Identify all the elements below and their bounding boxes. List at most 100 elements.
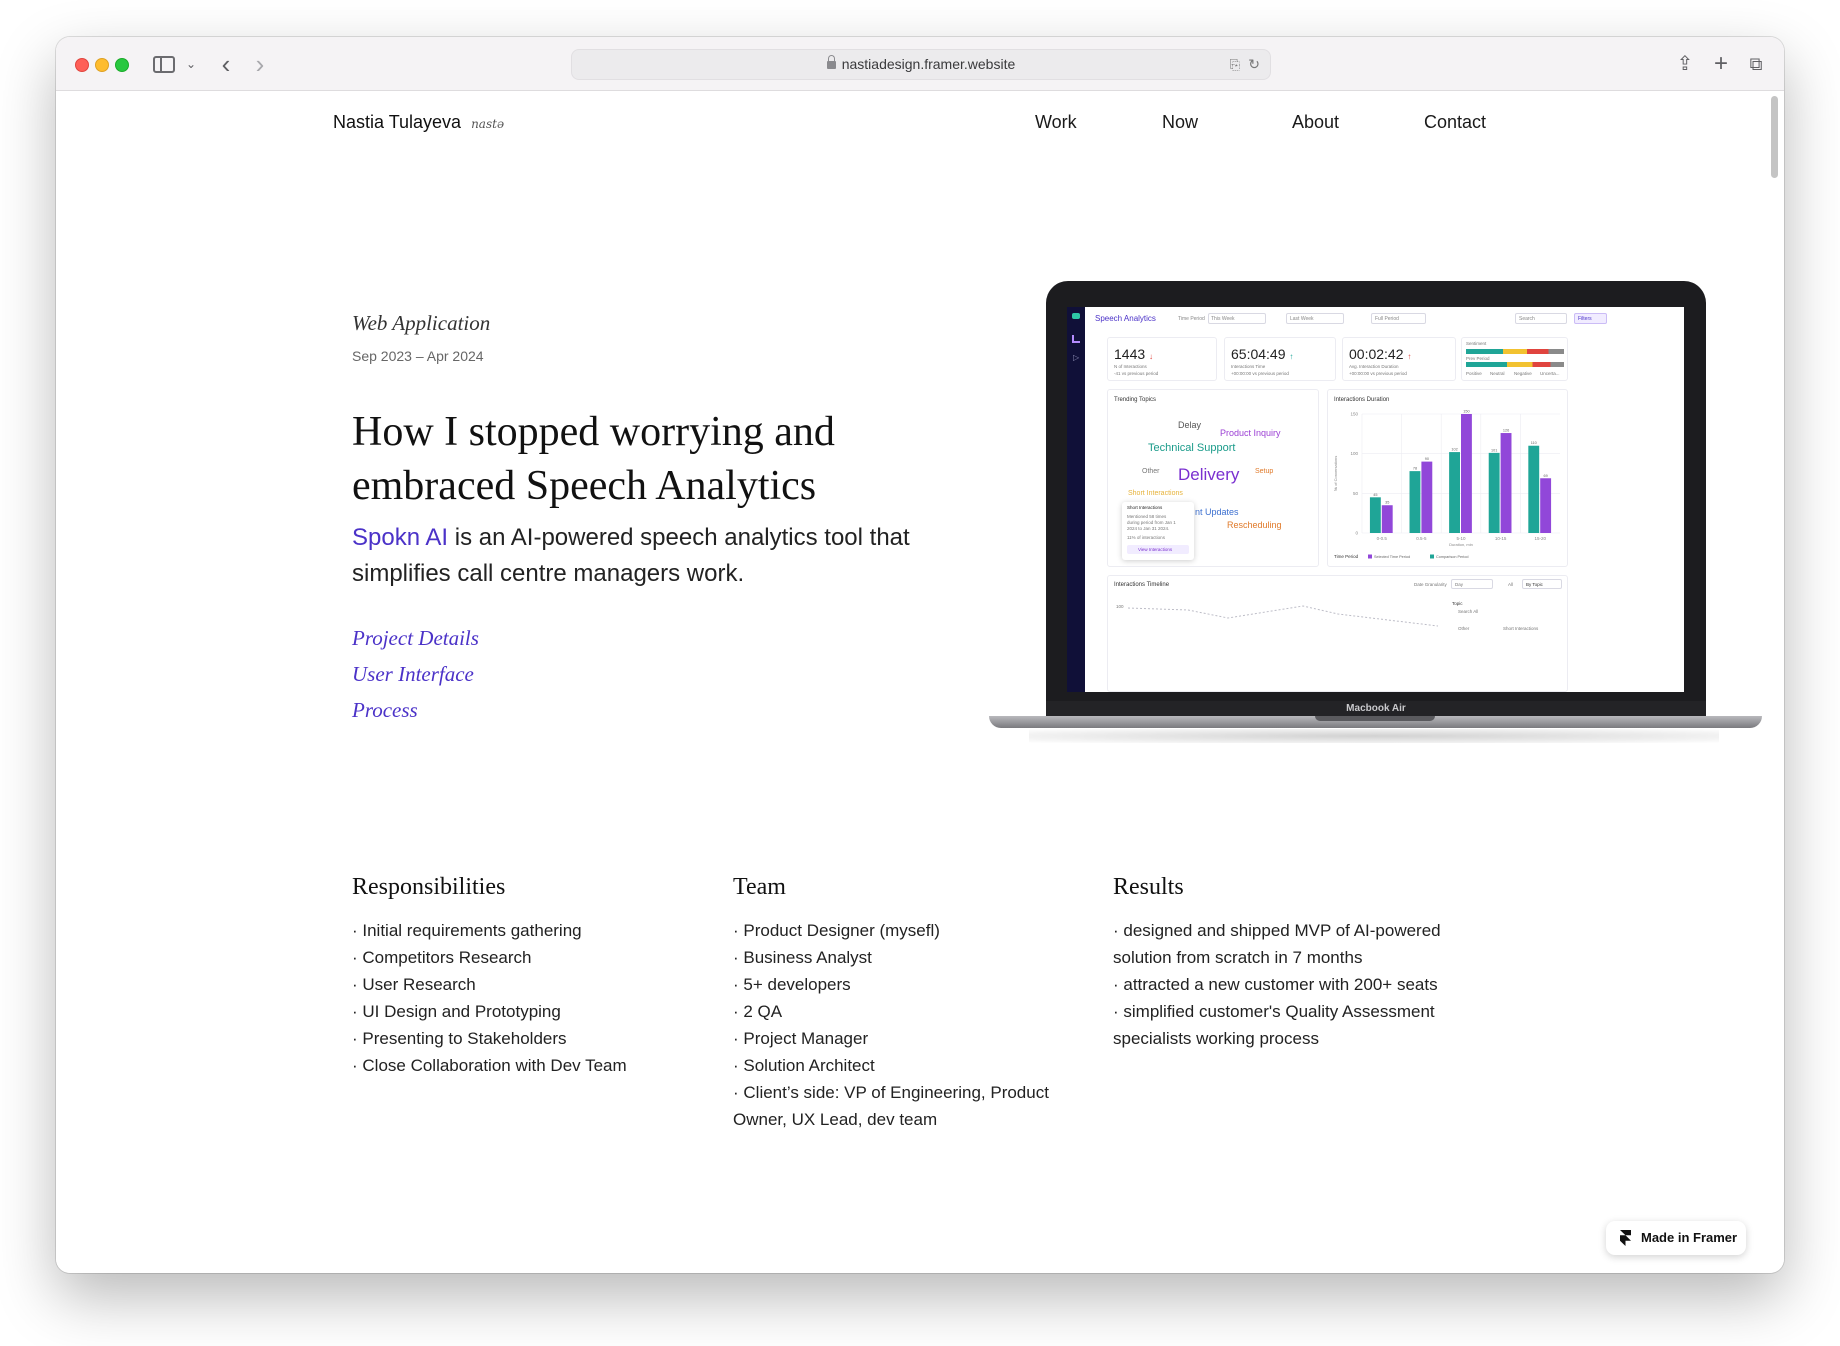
sidebar-toggle-icon[interactable] <box>153 56 175 73</box>
granularity-value: Day <box>1455 582 1464 587</box>
tooltip-line: during period from Jan 1 <box>1127 520 1176 525</box>
bar <box>1540 478 1552 533</box>
list-item: · Presenting to Stakeholders <box>352 1029 567 1048</box>
bar <box>1528 445 1540 533</box>
share-icon[interactable]: ⇪ <box>1673 50 1697 78</box>
all-label: All <box>1508 582 1514 587</box>
metric-value: 65:04:49 ↑ <box>1231 346 1294 362</box>
site-brand[interactable]: Nastia Tulayeva nastə <box>333 112 504 133</box>
nav-about[interactable]: About <box>1292 112 1339 133</box>
page-title: How I stopped worrying and embraced Spee… <box>352 409 835 509</box>
sentiment-bar-current <box>1466 349 1564 354</box>
app-logo-icon <box>1072 313 1080 319</box>
scrollbar-thumb[interactable] <box>1771 96 1778 178</box>
topic-word: Product Inquiry <box>1220 428 1281 438</box>
badge-label: Made in Framer <box>1641 1230 1738 1245</box>
list-item: · Product Designer (mysefl) <box>733 921 940 940</box>
timeline-y-tick: 100 <box>1116 604 1124 609</box>
short-interactions-option: Short Interactions <box>1503 626 1539 631</box>
chevron-down-icon[interactable]: ⌄ <box>184 50 198 78</box>
toc-user-interface[interactable]: User Interface <box>352 662 474 687</box>
lock-icon <box>826 55 836 69</box>
play-icon: ▷ <box>1073 353 1080 362</box>
sentiment-legend-neutral: Neutral <box>1490 371 1505 376</box>
close-window-button[interactable] <box>75 58 89 72</box>
page-viewport: Nastia Tulayeva nastə Work Now About Cont… <box>56 92 1784 1273</box>
bar <box>1381 505 1393 533</box>
sentiment-legend-positive: Positive <box>1466 371 1482 376</box>
browser-window: ⌄ ‹ › nastiadesign.framer.website ⎘ ↻ ⇪ … <box>56 37 1784 1273</box>
reload-icon[interactable]: ↻ <box>1248 50 1260 79</box>
bar-data-label: 35 <box>1385 501 1389 505</box>
minimize-window-button[interactable] <box>95 58 109 72</box>
analytics-icon <box>1072 335 1080 343</box>
nav-now[interactable]: Now <box>1162 112 1198 133</box>
sentiment-card: Sentiment Prev Period Positive Neutral N… <box>1461 337 1568 381</box>
toc-project-details[interactable]: Project Details <box>352 626 479 651</box>
filters-label: Filters <box>1578 316 1592 322</box>
list-item: · Business Analyst <box>733 948 872 967</box>
nav-work[interactable]: Work <box>1035 112 1077 133</box>
list-item: · UI Design and Prototyping <box>352 1002 561 1021</box>
duration-bar-chart: 0 50 100 150 № of Conversations 45 35 0-0.5 78 90… <box>1333 410 1560 559</box>
list-item: · Client’s side: VP of Engineering, Prod… <box>733 1083 1049 1129</box>
made-in-framer-badge[interactable]: Made in Framer <box>1606 1221 1746 1255</box>
bar-data-label: 102 <box>1451 448 1457 452</box>
topic-word: Short Interactions <box>1128 490 1183 497</box>
new-tab-icon[interactable]: + <box>1709 50 1733 78</box>
zoom-window-button[interactable] <box>115 58 129 72</box>
laptop-bezel: ▷ Speech Analytics Time Period This Week… <box>1046 281 1706 716</box>
toc-process[interactable]: Process <box>352 698 418 723</box>
bar <box>1421 461 1433 533</box>
tooltip-line: 11% of interactions <box>1127 535 1165 540</box>
project-dates: Sep 2023 – Apr 2024 <box>352 348 484 364</box>
metric-value: 1443 ↓ <box>1114 346 1154 362</box>
list-item: · attracted a new customer with 200+ sea… <box>1113 975 1438 994</box>
list-item: · Initial requirements gathering <box>352 921 582 940</box>
list-item: · Solution Architect <box>733 1056 875 1075</box>
bar <box>1369 497 1381 533</box>
spokn-link[interactable]: Spokn AI <box>352 524 448 551</box>
metric-value: 00:02:42 ↑ <box>1349 346 1412 362</box>
by-topic-label: By Topic <box>1526 582 1543 587</box>
prev-period-label: Prev Period <box>1466 356 1490 361</box>
bar-data-label: 45 <box>1373 493 1377 497</box>
tooltip-line: Mentioned 58 times <box>1127 514 1167 519</box>
laptop-mockup: ▷ Speech Analytics Time Period This Week… <box>989 281 1762 745</box>
sentiment-legend-uncertain: Uncerta... <box>1540 371 1560 376</box>
legend-swatch-selected <box>1368 554 1372 559</box>
metric-delta: -41 vs previous period <box>1114 371 1159 376</box>
address-bar[interactable]: nastiadesign.framer.website ⎘ ↻ <box>571 49 1271 80</box>
x-tick-label: 0-0.5 <box>1377 536 1388 541</box>
bar-data-label: 101 <box>1491 448 1497 452</box>
responsibilities-list: · Initial requirements gathering · Compe… <box>352 917 672 1079</box>
bar <box>1409 471 1421 533</box>
back-icon[interactable]: ‹ <box>214 50 238 78</box>
bar-data-label: 90 <box>1425 457 1429 461</box>
translate-icon[interactable]: ⎘ <box>1230 50 1240 79</box>
bar <box>1500 433 1512 533</box>
legend-title: Time Period <box>1334 554 1359 559</box>
duration-chart-card: Interactions Duration 0 50 100 150 № of Conv… <box>1327 389 1568 567</box>
topic-word: nt Updates <box>1195 507 1239 517</box>
bar <box>1461 414 1472 533</box>
responsibilities-title: Responsibilities <box>352 874 506 900</box>
tab-overview-icon[interactable]: ⧉ <box>1744 50 1768 78</box>
search-placeholder: Search <box>1519 316 1535 322</box>
timeline-title: Interactions Timeline <box>1114 582 1170 588</box>
y-tick-label: 50 <box>1353 491 1359 496</box>
list-item: · 5+ developers <box>733 975 851 994</box>
nav-contact[interactable]: Contact <box>1424 112 1486 133</box>
x-tick-label: 0.5-5 <box>1416 536 1427 541</box>
site-nickname: nastə <box>471 117 505 131</box>
topic-word: Technical Support <box>1148 442 1236 454</box>
list-item: · Project Manager <box>733 1029 869 1048</box>
granularity-label: Date Granularity <box>1414 582 1447 587</box>
forward-icon[interactable]: › <box>248 50 272 78</box>
list-item: · Close Collaboration with Dev Team <box>352 1056 627 1075</box>
list-item: · simplified customer's Quality Assessme… <box>1113 1002 1435 1048</box>
list-item: · 2 QA <box>733 1002 783 1021</box>
y-tick-label: 0 <box>1355 531 1358 536</box>
team-title: Team <box>733 874 786 900</box>
app-sidebar: ▷ <box>1067 307 1085 692</box>
